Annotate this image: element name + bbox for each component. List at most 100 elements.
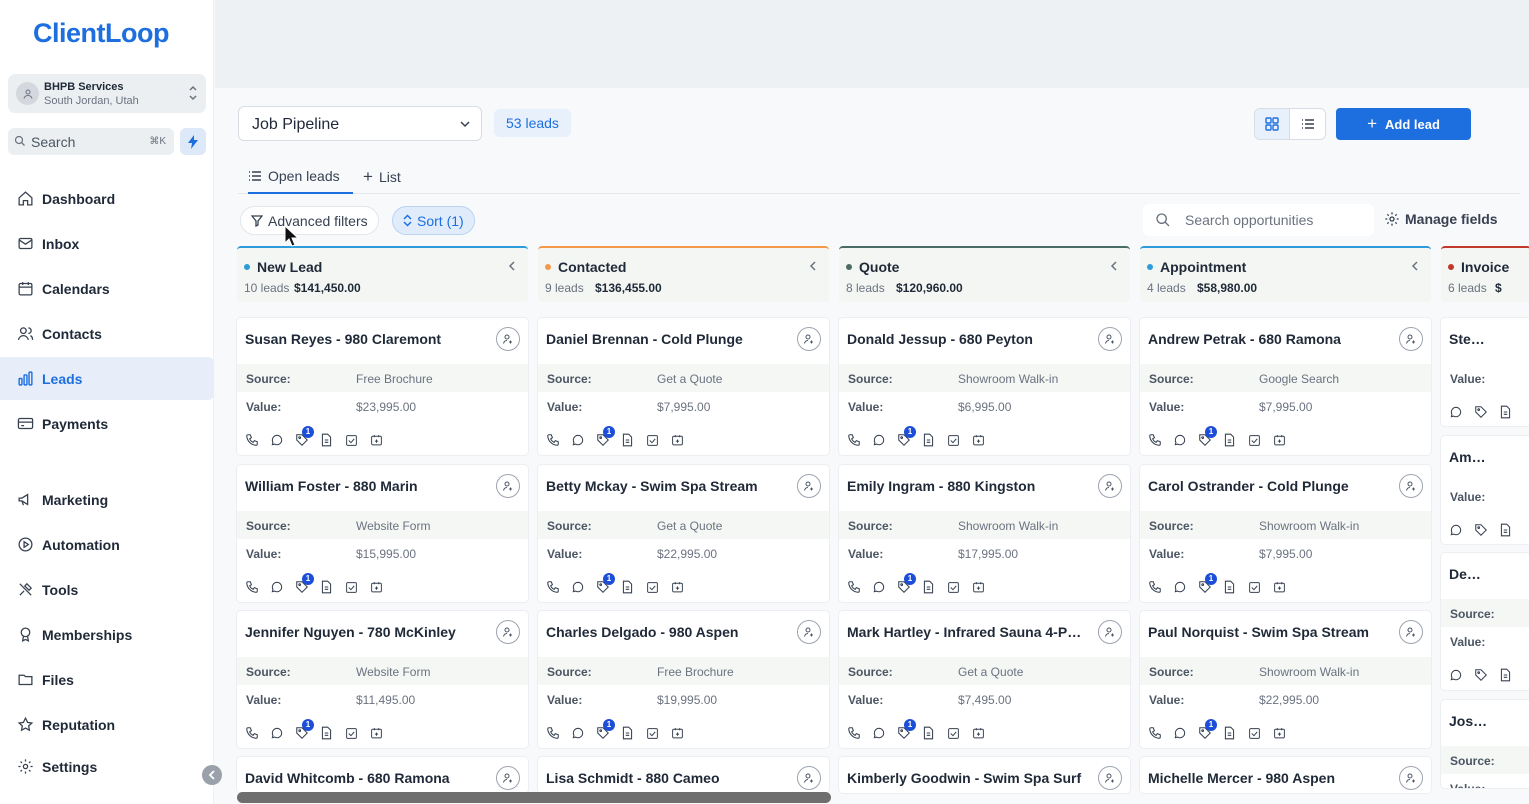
chat-icon[interactable]	[270, 725, 295, 741]
tag-icon[interactable]	[1474, 522, 1499, 538]
lead-card-title[interactable]: Lisa Schmidt - 880 Cameo	[546, 770, 787, 786]
lead-card[interactable]: Carol Ostrander - Cold Plunge Source: Show…	[1140, 465, 1431, 602]
lead-card-title[interactable]: Jennifer Nguyen - 780 McKinley	[245, 624, 486, 640]
lead-card-title[interactable]: Paul Norquist - Swim Spa Stream	[1148, 624, 1389, 640]
chat-icon[interactable]	[872, 432, 897, 448]
quick-action-button[interactable]	[180, 128, 206, 155]
lead-card[interactable]: David Whitcomb - 680 Ramona	[237, 757, 528, 793]
nav-payments[interactable]: Payments	[0, 402, 214, 445]
calendar-plus-icon[interactable]	[972, 725, 997, 741]
assign-user-button[interactable]	[1399, 327, 1423, 351]
lead-card[interactable]: Susan Reyes - 980 Claremont Source: Free B…	[237, 318, 528, 455]
lead-card-title[interactable]: Deborah	[1449, 566, 1489, 582]
lead-card[interactable]: Mark Hartley - Infrared Sauna 4-Per... So…	[839, 611, 1130, 748]
lead-card[interactable]: Joshua R Source: Value:	[1441, 700, 1529, 788]
calendar-plus-icon[interactable]	[671, 725, 696, 741]
tag-icon[interactable]: 1	[295, 573, 320, 595]
chat-icon[interactable]	[1449, 667, 1474, 683]
lead-card-title[interactable]: Michelle Mercer - 980 Aspen	[1148, 770, 1389, 786]
document-icon[interactable]	[621, 579, 646, 595]
lead-card[interactable]: Donald Jessup - 680 Peyton Source: Showroo…	[839, 318, 1130, 455]
checkbox-icon[interactable]	[1248, 725, 1273, 741]
document-icon[interactable]	[1223, 725, 1248, 741]
checkbox-icon[interactable]	[646, 579, 671, 595]
checkbox-icon[interactable]	[646, 725, 671, 741]
lead-card[interactable]: Betty Mckay - Swim Spa Stream Source: Get …	[538, 465, 829, 602]
document-icon[interactable]	[922, 725, 947, 741]
lead-card[interactable]: Emily Ingram - 880 Kingston Source: Showro…	[839, 465, 1130, 602]
add-lead-button[interactable]: + Add lead	[1336, 108, 1471, 140]
tag-icon[interactable]: 1	[897, 719, 922, 741]
calendar-plus-icon[interactable]	[370, 725, 395, 741]
calendar-plus-icon[interactable]	[972, 579, 997, 595]
assign-user-button[interactable]	[797, 620, 821, 644]
lead-card[interactable]: Deborah Source: Value:	[1441, 553, 1529, 690]
tag-icon[interactable]: 1	[897, 426, 922, 448]
assign-user-button[interactable]	[797, 327, 821, 351]
tag-icon[interactable]: 1	[1198, 719, 1223, 741]
tag-icon[interactable]: 1	[1198, 426, 1223, 448]
document-icon[interactable]	[1223, 432, 1248, 448]
chat-icon[interactable]	[1449, 522, 1474, 538]
phone-icon[interactable]	[245, 725, 270, 741]
lead-card-title[interactable]: Joshua R	[1449, 713, 1489, 729]
document-icon[interactable]	[1499, 404, 1524, 420]
calendar-plus-icon[interactable]	[370, 579, 395, 595]
lead-card[interactable]: Charles Delgado - 980 Aspen Source: Free B…	[538, 611, 829, 748]
checkbox-icon[interactable]	[947, 579, 972, 595]
assign-user-button[interactable]	[1399, 474, 1423, 498]
lead-card-title[interactable]: Andrew Petrak - 680 Ramona	[1148, 331, 1389, 347]
calendar-plus-icon[interactable]	[1273, 432, 1298, 448]
nav-reputation[interactable]: Reputation	[0, 703, 214, 746]
phone-icon[interactable]	[245, 579, 270, 595]
calendar-plus-icon[interactable]	[972, 432, 997, 448]
lead-card[interactable]: Michelle Mercer - 980 Aspen	[1140, 757, 1431, 793]
chat-icon[interactable]	[1173, 725, 1198, 741]
checkbox-icon[interactable]	[947, 725, 972, 741]
assign-user-button[interactable]	[496, 474, 520, 498]
chat-icon[interactable]	[270, 432, 295, 448]
nav-settings[interactable]: Settings	[0, 745, 214, 788]
document-icon[interactable]	[1499, 667, 1524, 683]
chat-icon[interactable]	[872, 725, 897, 741]
chat-icon[interactable]	[571, 725, 596, 741]
lead-card-title[interactable]: Daniel Brennan - Cold Plunge	[546, 331, 787, 347]
lead-card-title[interactable]: Carol Ostrander - Cold Plunge	[1148, 478, 1389, 494]
tag-icon[interactable]	[1474, 404, 1499, 420]
phone-icon[interactable]	[245, 432, 270, 448]
tag-icon[interactable]: 1	[295, 426, 320, 448]
tag-icon[interactable]	[1474, 667, 1499, 683]
list-view-button[interactable]	[1290, 109, 1325, 139]
assign-user-button[interactable]	[1399, 766, 1423, 790]
collapse-column-button[interactable]	[1110, 260, 1118, 272]
chat-icon[interactable]	[1173, 579, 1198, 595]
chat-icon[interactable]	[1449, 404, 1474, 420]
checkbox-icon[interactable]	[646, 432, 671, 448]
collapse-sidebar-button[interactable]	[202, 765, 222, 785]
lead-card-title[interactable]: Kimberly Goodwin - Swim Spa Surf	[847, 770, 1088, 786]
assign-user-button[interactable]	[1098, 474, 1122, 498]
checkbox-icon[interactable]	[1248, 579, 1273, 595]
board-view-button[interactable]	[1255, 109, 1291, 139]
chat-icon[interactable]	[1173, 432, 1198, 448]
lead-card[interactable]: Daniel Brennan - Cold Plunge Source: Get a…	[538, 318, 829, 455]
nav-inbox[interactable]: Inbox	[0, 222, 214, 265]
assign-user-button[interactable]	[797, 474, 821, 498]
lead-card-title[interactable]: David Whitcomb - 680 Ramona	[245, 770, 486, 786]
phone-icon[interactable]	[546, 579, 571, 595]
horizontal-scrollbar[interactable]	[237, 792, 831, 803]
lead-card-title[interactable]: Emily Ingram - 880 Kingston	[847, 478, 1088, 494]
calendar-plus-icon[interactable]	[671, 579, 696, 595]
document-icon[interactable]	[1223, 579, 1248, 595]
tag-icon[interactable]: 1	[1198, 573, 1223, 595]
checkbox-icon[interactable]	[345, 432, 370, 448]
assign-user-button[interactable]	[797, 766, 821, 790]
collapse-column-button[interactable]	[809, 260, 817, 272]
chat-icon[interactable]	[571, 432, 596, 448]
nav-leads[interactable]: Leads	[0, 357, 214, 400]
lead-card-title[interactable]: Mark Hartley - Infrared Sauna 4-Per...	[847, 624, 1088, 640]
manage-fields-button[interactable]: Manage fields	[1384, 211, 1498, 227]
sidebar-search[interactable]: Search ⌘K	[8, 128, 174, 155]
nav-marketing[interactable]: Marketing	[0, 478, 214, 521]
checkbox-icon[interactable]	[1248, 432, 1273, 448]
